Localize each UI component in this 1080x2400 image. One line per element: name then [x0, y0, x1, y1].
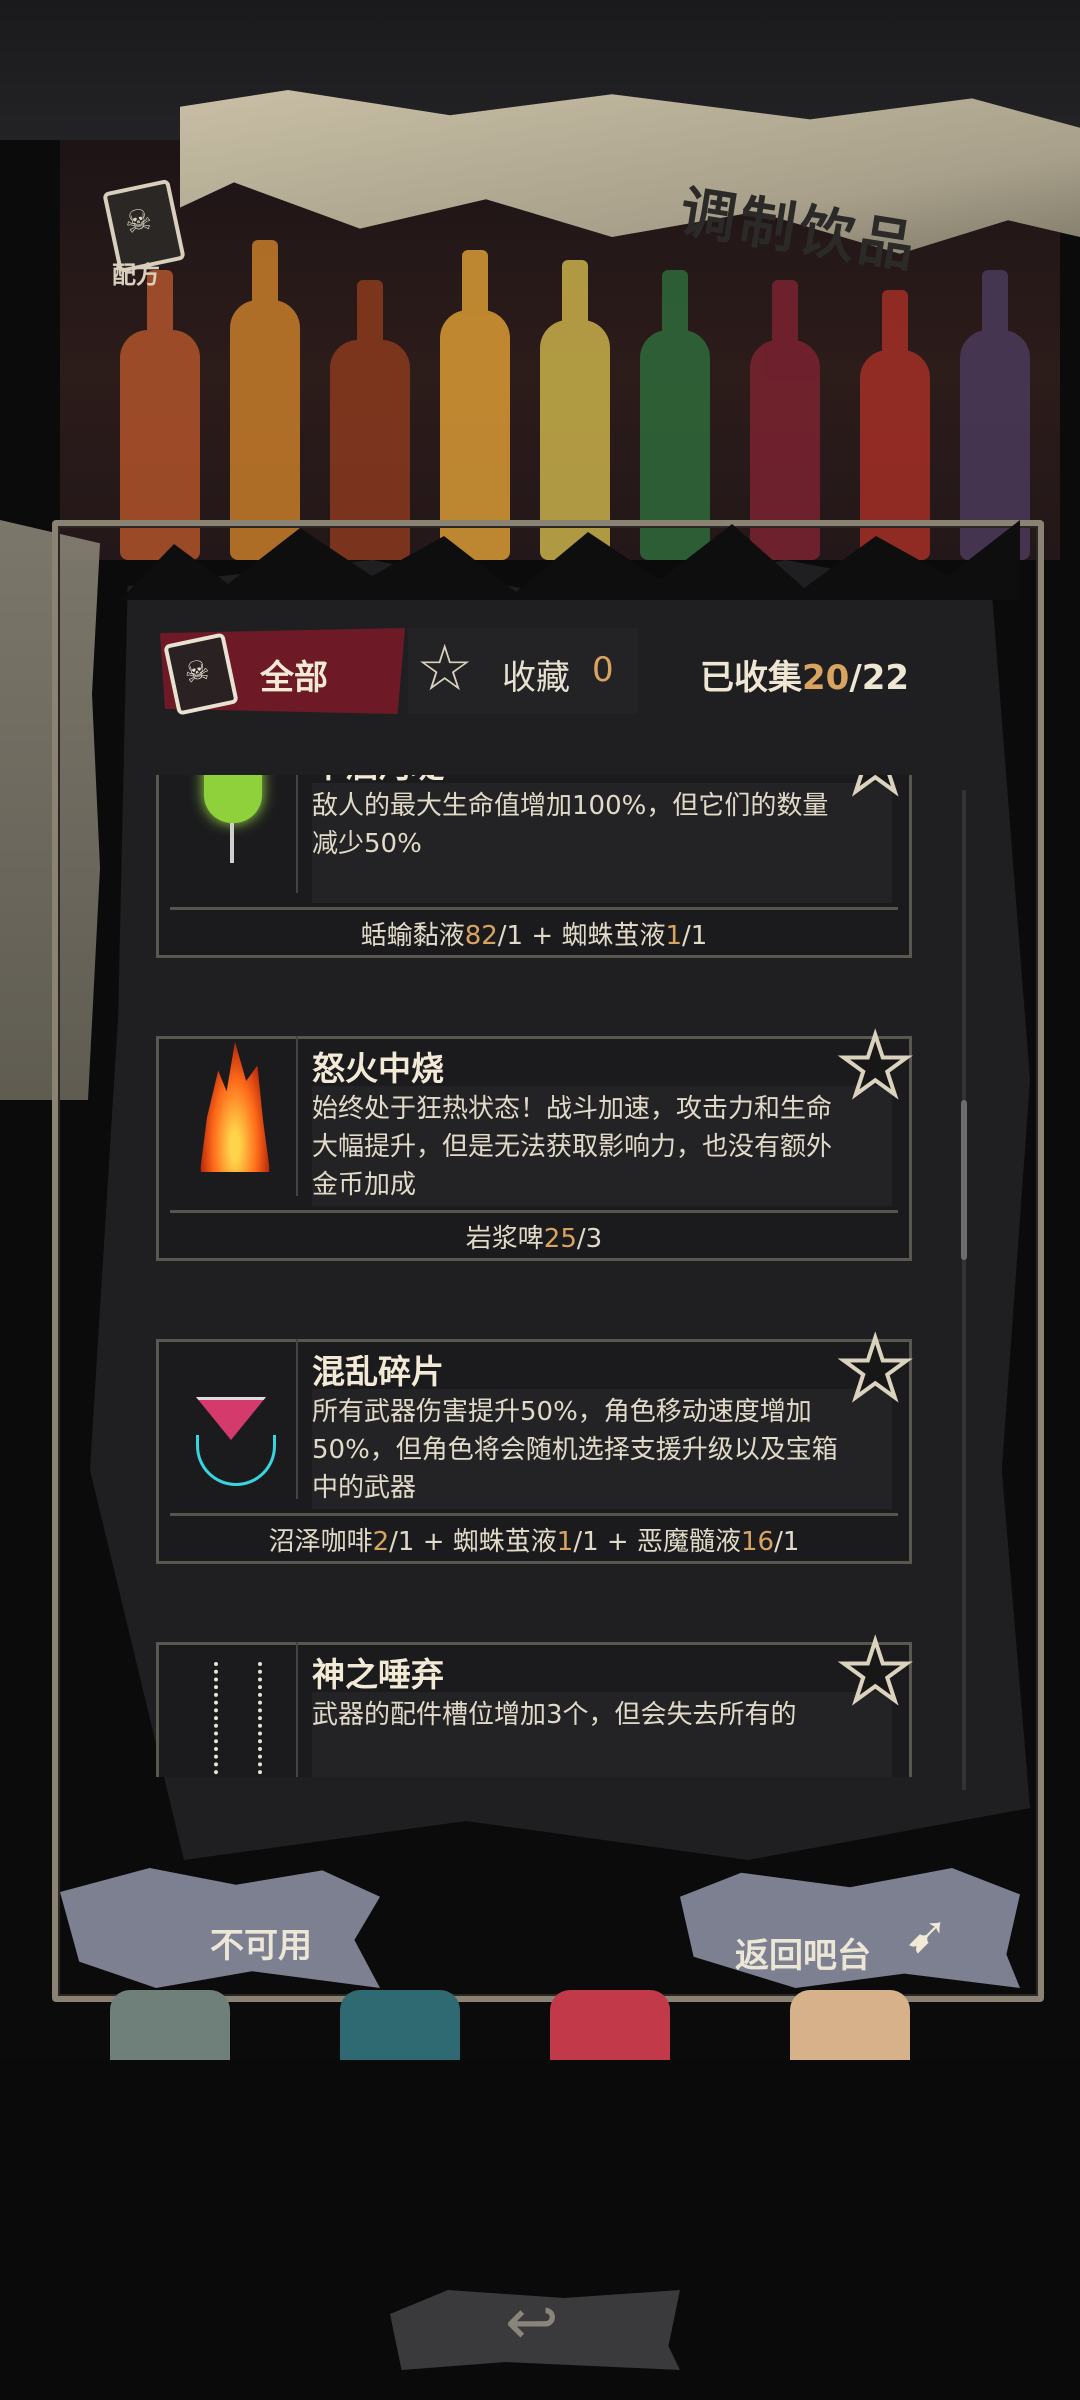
recipe-list[interactable]: 干涸河堤 敌人的最大生命值增加100%，但它们的数量减少50% ★ 蛞蝓黏液82… [152, 775, 920, 1777]
favorites-count: 0 [592, 650, 614, 690]
ingredient-separator: + [523, 921, 562, 951]
ingredient-required: /1 [682, 921, 708, 951]
favorite-star-icon[interactable]: ★ [836, 775, 913, 811]
ingredient-name: 恶魔髓液 [636, 1527, 741, 1557]
recipe-description: 所有武器伤害提升50%，角色移动速度增加50%，但角色将会随机选择支援升级以及宝… [312, 1397, 838, 1503]
ingredient-owned: 2 [372, 1527, 390, 1557]
ingredient-owned: 16 [741, 1527, 775, 1557]
ingredient-separator: + [414, 1527, 453, 1557]
favorite-star-icon[interactable]: ★ [836, 1626, 913, 1720]
ingredient-required: /3 [576, 1224, 603, 1254]
back-arrow-icon[interactable]: ↩ [505, 2286, 559, 2360]
ingredient-required: /1 [497, 921, 524, 951]
ingredient-required: /1 [573, 1527, 599, 1557]
scrollbar-track[interactable] [962, 790, 966, 1790]
green-cocktail-icon [170, 775, 298, 893]
ingredient-owned: 82 [464, 921, 498, 951]
character-strip [100, 1990, 1000, 2060]
favorite-star-icon[interactable]: ★ [836, 1323, 913, 1417]
recipe-tab-label[interactable]: 配方 [112, 255, 160, 290]
ingredient-name: 蜘蛛茧液 [561, 921, 666, 951]
ingredient-owned: 1 [556, 1527, 574, 1557]
recipe-name: 混乱碎片 [312, 1352, 444, 1391]
recipe-description: 始终处于狂热状态！战斗加速，攻击力和生命大幅提升，但是无法获取影响力，也没有额外… [312, 1094, 833, 1200]
character-portrait [550, 1990, 670, 2060]
recipe-name: 神之唾弃 [312, 1655, 444, 1694]
card-divider [170, 907, 898, 910]
filter-bar: 全部 ☆ 收藏 0 已收集20/22 [160, 628, 940, 716]
recipe-card[interactable]: 混乱碎片 所有武器伤害提升50%，角色移动速度增加50%，但角色将会随机选择支援… [152, 1323, 916, 1565]
scrollbar-thumb[interactable] [961, 1100, 967, 1260]
star-icon: ☆ [416, 632, 474, 706]
ingredient-name: 岩浆啤 [465, 1224, 544, 1254]
collected-count: 20 [802, 658, 850, 698]
ingredient-required: /1 [389, 1527, 415, 1557]
collected-counter: 已收集20/22 [700, 650, 909, 699]
ingredient-separator: + [598, 1527, 637, 1557]
ingredient-name: 蛞蝓黏液 [360, 921, 465, 951]
ingredient-owned: 1 [665, 921, 682, 951]
recipe-description: 敌人的最大生命值增加100%，但它们的数量减少50% [312, 791, 829, 859]
collected-total: /22 [849, 658, 910, 698]
collected-label: 已收集 [700, 658, 802, 698]
tab-favorites[interactable]: ☆ 收藏 0 [408, 628, 638, 714]
ingredient-name: 沼泽咖啡 [268, 1527, 373, 1557]
unavailable-button-label[interactable]: 不可用 [210, 1918, 312, 1967]
back-to-bar-label[interactable]: 返回吧台 [735, 1928, 871, 1977]
recipe-card[interactable]: 干涸河堤 敌人的最大生命值增加100%，但它们的数量减少50% ★ 蛞蝓黏液82… [152, 775, 916, 959]
character-portrait [110, 1990, 230, 2060]
recipe-name: 干涸河堤 [312, 775, 444, 787]
tab-all-label[interactable]: 全部 [260, 650, 328, 699]
recipe-ingredients: 岩浆啤25/3 [152, 1218, 916, 1255]
ingredient-owned: 25 [543, 1224, 577, 1254]
fire-drink-icon [170, 1036, 298, 1196]
card-divider [170, 1513, 898, 1516]
recipe-ingredients: 蛞蝓黏液82/1 + 蜘蛛茧液1/1 [152, 915, 916, 952]
character-portrait [790, 1990, 910, 2060]
recipe-card[interactable]: 神之唾弃 武器的配件槽位增加3个，但会失去所有的 ★ [152, 1626, 916, 1777]
bartender-icon[interactable]: ➹ [905, 1905, 949, 1965]
spider-cocktail-icon [170, 1339, 298, 1499]
recipe-description: 武器的配件槽位增加3个，但会失去所有的 [312, 1700, 797, 1730]
ingredient-name: 蜘蛛茧液 [452, 1527, 557, 1557]
recipe-ingredients: 沼泽咖啡2/1 + 蜘蛛茧液1/1 + 恶魔髓液16/1 [152, 1521, 916, 1558]
recipe-card[interactable]: 怒火中烧 始终处于狂热状态！战斗加速，攻击力和生命大幅提升，但是无法获取影响力，… [152, 1020, 916, 1262]
favorite-star-icon[interactable]: ★ [836, 1020, 913, 1114]
character-portrait [340, 1990, 460, 2060]
card-divider [170, 1210, 898, 1213]
skeleton-drink-icon [170, 1642, 298, 1777]
favorites-label: 收藏 [502, 658, 570, 698]
ingredient-required: /1 [774, 1527, 800, 1557]
recipe-name: 怒火中烧 [312, 1049, 444, 1088]
